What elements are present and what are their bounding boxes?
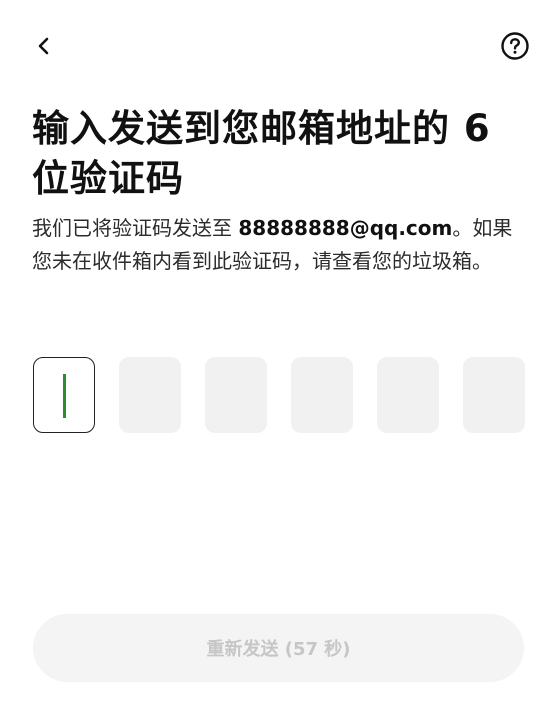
description-prefix: 我们已将验证码发送至	[32, 216, 239, 240]
description-text: 我们已将验证码发送至 88888888@qq.com。如果您未在收件箱内看到此验…	[32, 212, 530, 278]
top-bar	[0, 0, 557, 90]
code-digit-box-1[interactable]	[33, 357, 95, 433]
chevron-left-icon	[38, 37, 49, 55]
verification-code-input	[33, 357, 525, 435]
code-digit-box-6[interactable]	[463, 357, 525, 433]
question-circle-icon	[501, 32, 529, 60]
code-digit-box-4[interactable]	[291, 357, 353, 433]
page-title: 输入发送到您邮箱地址的 6 位验证码	[32, 107, 491, 200]
resend-code-button[interactable]: 重新发送 (57 秒)	[33, 614, 524, 682]
back-button[interactable]	[28, 30, 60, 62]
code-digit-box-3[interactable]	[205, 357, 267, 433]
code-digit-box-5[interactable]	[377, 357, 439, 433]
help-button[interactable]	[499, 30, 531, 62]
code-digit-box-2[interactable]	[119, 357, 181, 433]
text-caret	[63, 374, 66, 418]
email-address: 88888888@qq.com	[238, 216, 453, 240]
